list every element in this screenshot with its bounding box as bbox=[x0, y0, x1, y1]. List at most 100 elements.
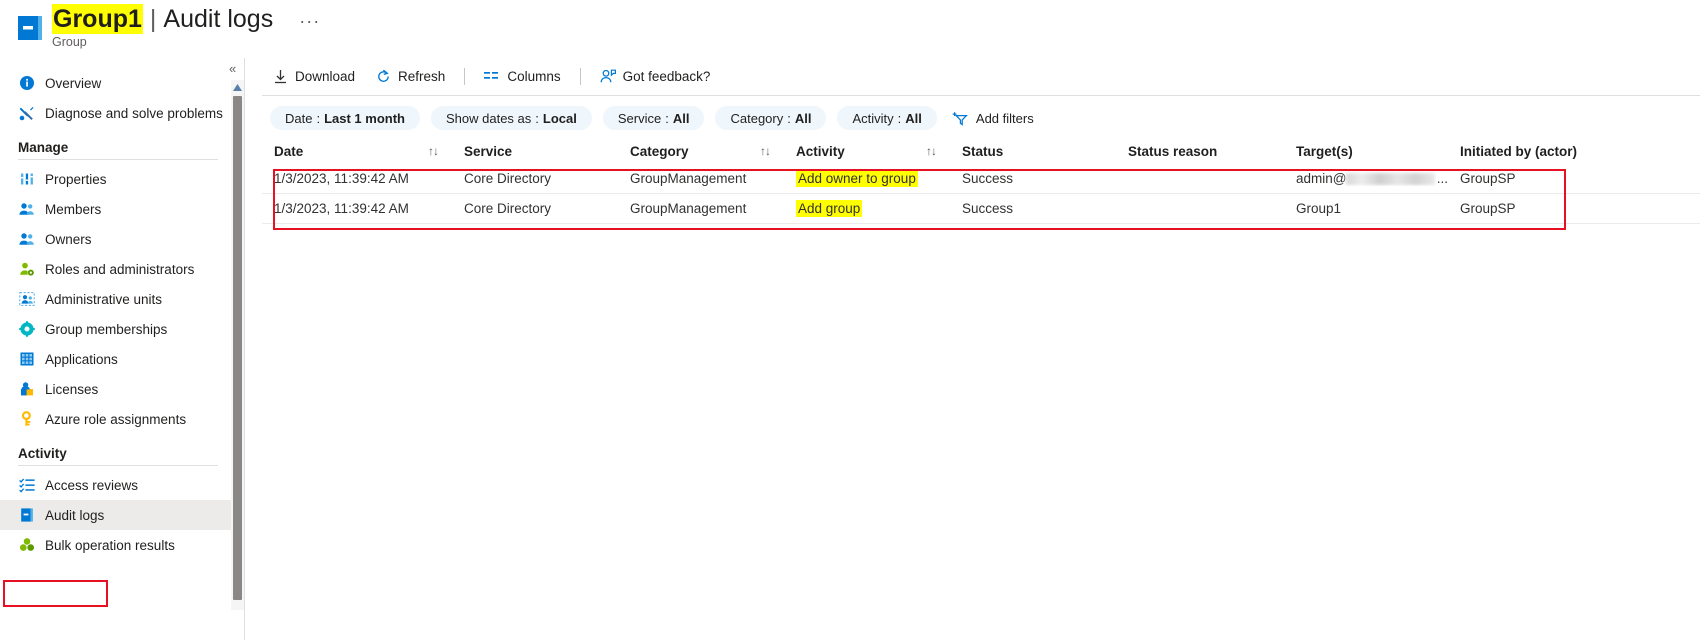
more-options-button[interactable]: ··· bbox=[299, 6, 320, 36]
filter-pill-show-dates-as[interactable]: Show dates as: Local bbox=[431, 106, 592, 130]
sidebar-item-members[interactable]: Members bbox=[0, 194, 232, 224]
licenses-person-icon bbox=[18, 381, 35, 398]
got-feedback-button[interactable]: Got feedback? bbox=[590, 61, 721, 91]
sidebar-item-diagnose-and-solve-problems[interactable]: Diagnose and solve problems bbox=[0, 98, 232, 128]
refresh-circular-arrow-icon bbox=[375, 68, 391, 84]
filter-pill-separator: : bbox=[787, 110, 791, 126]
columns-label: Columns bbox=[507, 68, 561, 84]
column-header-target[interactable]: Target(s) bbox=[1284, 144, 1448, 159]
filter-pill-separator: : bbox=[897, 110, 902, 126]
filter-pill-value: All bbox=[905, 110, 922, 126]
resource-type-subtitle: Group bbox=[52, 35, 87, 49]
sidebar-item-owners[interactable]: Owners bbox=[0, 224, 232, 254]
filter-pill-category[interactable]: Category: All bbox=[715, 106, 827, 130]
sort-arrows-icon: ↑↓ bbox=[926, 144, 937, 158]
cell-category: GroupManagement bbox=[630, 201, 747, 216]
filter-pill-service[interactable]: Service: All bbox=[602, 106, 705, 130]
sidebar-item-label: Members bbox=[45, 201, 102, 217]
sidebar-scrollbar-thumb[interactable] bbox=[233, 96, 242, 600]
cell-service: Core Directory bbox=[464, 201, 552, 216]
redacted-domain bbox=[1346, 173, 1435, 185]
cell-actor: GroupSP bbox=[1460, 171, 1516, 186]
owners-people-icon bbox=[18, 231, 35, 248]
cell-status: Success bbox=[962, 201, 1014, 216]
cell-target-prefix: admin@ bbox=[1296, 171, 1347, 186]
sort-toggle-date[interactable]: ↑↓ bbox=[428, 144, 452, 158]
sort-toggle-activity[interactable]: ↑↓ bbox=[926, 144, 950, 158]
column-header-date[interactable]: Date bbox=[262, 144, 428, 159]
bulk-operation-clover-icon bbox=[18, 537, 35, 554]
sidebar-item-administrative-units[interactable]: Administrative units bbox=[0, 284, 232, 314]
cell-date: 1/3/2023, 11:39:42 AM bbox=[274, 201, 409, 216]
filter-pill-activity[interactable]: Activity: All bbox=[837, 106, 937, 130]
sort-toggle-category[interactable]: ↑↓ bbox=[760, 144, 784, 158]
page-title-text: Audit logs bbox=[163, 5, 274, 33]
cell-target-ellipsis: ... bbox=[1436, 171, 1448, 186]
sidebar-item-label: Properties bbox=[45, 171, 107, 187]
download-arrow-icon bbox=[272, 68, 288, 84]
administrative-units-icon bbox=[18, 291, 35, 308]
filter-pill-value: All bbox=[672, 110, 690, 126]
cell-activity: Add owner to group bbox=[784, 170, 926, 187]
sidebar-item-azure-role-assignments[interactable]: Azure role assignments bbox=[0, 404, 232, 434]
title-separator: | bbox=[149, 5, 157, 33]
filter-pill-value: Local bbox=[542, 110, 577, 126]
column-header-reason[interactable]: Status reason bbox=[1116, 144, 1284, 159]
sidebar-item-label: Access reviews bbox=[45, 477, 139, 493]
sidebar-item-roles-and-administrators[interactable]: Roles and administrators bbox=[0, 254, 232, 284]
download-button[interactable]: Download bbox=[262, 61, 365, 91]
sidebar-item-label: Roles and administrators bbox=[45, 261, 195, 277]
page-header: Group1 | Audit logs ··· Group bbox=[0, 0, 1700, 58]
sidebar-item-label: Bulk operation results bbox=[45, 537, 175, 553]
group-memberships-gear-icon bbox=[18, 321, 35, 338]
filter-bar: Date: Last 1 month Show dates as: Local Serv… bbox=[270, 106, 1044, 130]
scroll-up-arrow-icon[interactable] bbox=[232, 82, 243, 92]
columns-button[interactable]: Columns bbox=[474, 61, 570, 91]
column-header-actor[interactable]: Initiated by (actor) bbox=[1448, 144, 1648, 159]
column-header-service[interactable]: Service bbox=[452, 144, 618, 159]
sidebar-item-label: Group memberships bbox=[45, 321, 168, 337]
filter-pill-label: Service bbox=[617, 110, 662, 126]
filter-pill-separator: : bbox=[665, 110, 669, 126]
sidebar-item-licenses[interactable]: Licenses bbox=[0, 374, 232, 404]
column-header-activity[interactable]: Activity bbox=[784, 144, 926, 159]
sidebar-item-label: Audit logs bbox=[45, 507, 105, 523]
collapse-sidebar-button[interactable]: « bbox=[229, 62, 236, 75]
sidebar-item-overview[interactable]: Overview bbox=[0, 68, 232, 98]
sidebar-item-label: Diagnose and solve problems bbox=[45, 105, 223, 121]
feedback-label: Got feedback? bbox=[622, 68, 711, 84]
filter-pill-date[interactable]: Date: Last 1 month bbox=[270, 106, 420, 130]
key-icon bbox=[18, 411, 35, 428]
toolbar-divider-2 bbox=[579, 67, 581, 85]
table-row[interactable]: 1/3/2023, 11:39:42 AM Core Directory Group… bbox=[262, 194, 1700, 224]
sidebar-group-rule bbox=[18, 159, 218, 160]
columns-icon bbox=[484, 68, 500, 84]
column-header-category[interactable]: Category bbox=[618, 144, 760, 159]
sidebar-item-applications[interactable]: Applications bbox=[0, 344, 232, 374]
sidebar-group-activity: Activity bbox=[18, 446, 67, 461]
sidebar-group-rule bbox=[18, 465, 218, 466]
filter-pill-value: Last 1 month bbox=[324, 110, 405, 126]
refresh-button[interactable]: Refresh bbox=[365, 61, 455, 91]
sidebar-item-audit-logs[interactable]: Audit logs bbox=[0, 500, 232, 530]
column-header-status[interactable]: Status bbox=[950, 144, 1116, 159]
cell-activity: Add group bbox=[784, 200, 926, 217]
sidebar-item-label: Owners bbox=[45, 231, 92, 247]
cell-activity-highlight: Add owner to group bbox=[796, 170, 918, 187]
toolbar-divider bbox=[464, 67, 466, 85]
sidebar-item-label: Overview bbox=[45, 75, 102, 91]
sidebar-item-group-memberships[interactable]: Group memberships bbox=[0, 314, 232, 344]
filter-pill-label: Date bbox=[285, 110, 313, 126]
sidebar-item-label: Azure role assignments bbox=[45, 411, 187, 427]
table-row[interactable]: 1/3/2023, 11:39:42 AM Core Directory Group… bbox=[262, 164, 1700, 194]
filter-pill-label: Category bbox=[730, 110, 784, 126]
add-filter-funnel-icon bbox=[952, 110, 970, 126]
sidebar-item-properties[interactable]: Properties bbox=[0, 164, 232, 194]
add-filters-button[interactable]: Add filters bbox=[948, 106, 1044, 130]
sidebar-scrollbar[interactable] bbox=[231, 80, 244, 610]
info-circle-icon bbox=[18, 75, 35, 92]
filter-pill-separator: : bbox=[316, 110, 321, 126]
sidebar-item-bulk-operation-results[interactable]: Bulk operation results bbox=[0, 530, 232, 560]
sidebar-item-access-reviews[interactable]: Access reviews bbox=[0, 470, 232, 500]
cell-target: admin@... bbox=[1284, 171, 1448, 186]
